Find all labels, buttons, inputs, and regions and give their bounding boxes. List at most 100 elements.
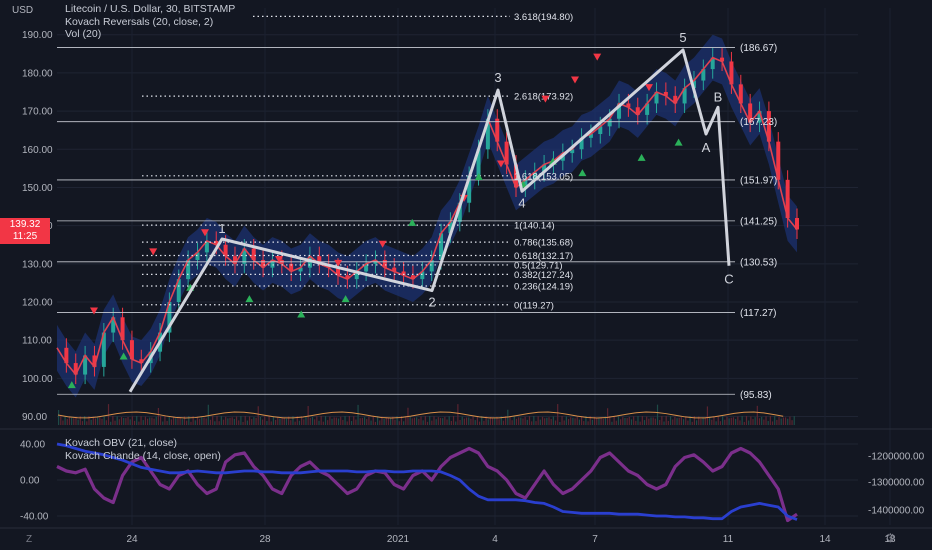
volume-bar (99, 417, 101, 425)
volume-bar (787, 418, 789, 425)
volume-bar (318, 420, 320, 425)
main-legend[interactable]: Litecoin / U.S. Dollar, 30, BITSTAMP Kov… (65, 3, 235, 41)
volume-bar (492, 418, 494, 425)
volume-bar (546, 417, 548, 425)
volume-bar (383, 418, 385, 425)
volume-bar (607, 408, 609, 425)
volume-bar (680, 417, 682, 425)
volume-bar (687, 420, 689, 425)
volume-bar (761, 416, 763, 425)
volume-bar (656, 404, 659, 425)
volume-bar (791, 420, 793, 425)
z-label[interactable]: Z (26, 534, 32, 545)
volume-bar (277, 416, 279, 425)
volume-bar (420, 416, 422, 425)
volume-bar (214, 421, 216, 425)
x-tick-label: 2021 (387, 534, 410, 545)
volume-bar (327, 420, 329, 425)
volume-bar (227, 418, 229, 425)
chart-canvas[interactable]: (186.67) (167.23) (151.97) (141.25) (130.53)… (0, 0, 932, 550)
volume-bar (311, 417, 314, 425)
volume-bar (387, 417, 390, 425)
volume-bar (567, 419, 570, 425)
volume-bar (552, 416, 554, 425)
legend-obv[interactable]: Kovach OBV (21, close) (65, 437, 221, 450)
volume-bar (309, 418, 311, 425)
volume-bar (685, 416, 687, 425)
volume-bar (320, 416, 322, 425)
volume-bar (459, 419, 461, 425)
volume-bar (162, 421, 164, 425)
y-tick-label: 160.00 (22, 145, 53, 156)
volume-bar (793, 416, 795, 425)
x-tick-label: 11 (723, 534, 734, 545)
volume-bar (667, 420, 669, 425)
gear-icon[interactable]: ⚙ (885, 531, 896, 545)
volume-bar (403, 421, 405, 425)
volume-bar (238, 420, 240, 425)
volume-bar (615, 420, 617, 425)
legend-chande[interactable]: Kovach Chande (14, close, open) (65, 450, 221, 463)
volume-bar (622, 417, 624, 425)
volume-bar (268, 416, 270, 425)
volume-bar (270, 421, 272, 425)
volume-bar (524, 416, 526, 425)
x-tick-label: 28 (259, 534, 271, 545)
legend-indicator-reversals[interactable]: Kovach Reversals (20, close, 2) (65, 16, 235, 29)
wave-label: A (702, 140, 711, 155)
volume-bar (305, 417, 307, 425)
volume-bar (255, 417, 257, 425)
volume-bar (92, 416, 94, 425)
volume-bar (598, 417, 600, 425)
volume-bar (591, 419, 594, 425)
volume-bar (229, 417, 231, 425)
volume-bar (565, 416, 567, 425)
fib-label: 0.382(127.24) (514, 270, 573, 281)
volume-bar (348, 416, 350, 425)
lower-legend[interactable]: Kovach OBV (21, close) Kovach Chande (14… (65, 437, 221, 462)
legend-indicator-volume[interactable]: Vol (20) (65, 28, 235, 41)
reversal-up-marker (408, 218, 417, 226)
volume-bar (702, 417, 704, 425)
volume-bar (346, 421, 348, 425)
volume-bar (578, 419, 580, 425)
legend-symbol[interactable]: Litecoin / U.S. Dollar, 30, BITSTAMP (65, 3, 235, 16)
volume-bar (650, 417, 652, 425)
volume-bar (199, 418, 201, 425)
lower-left-tick: -40.00 (20, 512, 49, 523)
volume-bar (398, 421, 400, 425)
volume-bar (337, 418, 340, 425)
volume-bar (563, 420, 565, 425)
volume-bar (359, 418, 361, 425)
volume-bar (717, 416, 719, 425)
volume-bar (105, 420, 107, 425)
wave-label: 4 (518, 195, 525, 210)
volume-bar (322, 421, 324, 425)
volume-bar (285, 418, 288, 425)
volume-bar (173, 416, 175, 425)
volume-bar (620, 419, 622, 425)
volume-bar (366, 419, 368, 425)
volume-bar (646, 416, 648, 425)
volume-bar (203, 417, 205, 425)
volume-bar (73, 418, 75, 425)
volume-bar (231, 417, 233, 425)
y-tick-label: 180.00 (22, 68, 53, 79)
volume-bar (661, 416, 663, 425)
reversal-up-marker (674, 138, 683, 146)
volume-bar (166, 420, 168, 425)
level-label: (141.25) (740, 216, 777, 227)
volume-bar (350, 421, 353, 425)
volume-bar (554, 420, 557, 425)
volume-bar (630, 419, 633, 425)
volume-bar (472, 416, 474, 425)
volume-bar (177, 417, 179, 425)
volume-bar (724, 419, 726, 425)
volume-bar (617, 416, 620, 425)
volume-bar (94, 418, 97, 425)
volume-bar (246, 420, 248, 425)
volume-bar (58, 410, 60, 425)
volume-bar (557, 404, 559, 425)
volume-bar (142, 420, 144, 425)
volume-bar (719, 421, 722, 425)
